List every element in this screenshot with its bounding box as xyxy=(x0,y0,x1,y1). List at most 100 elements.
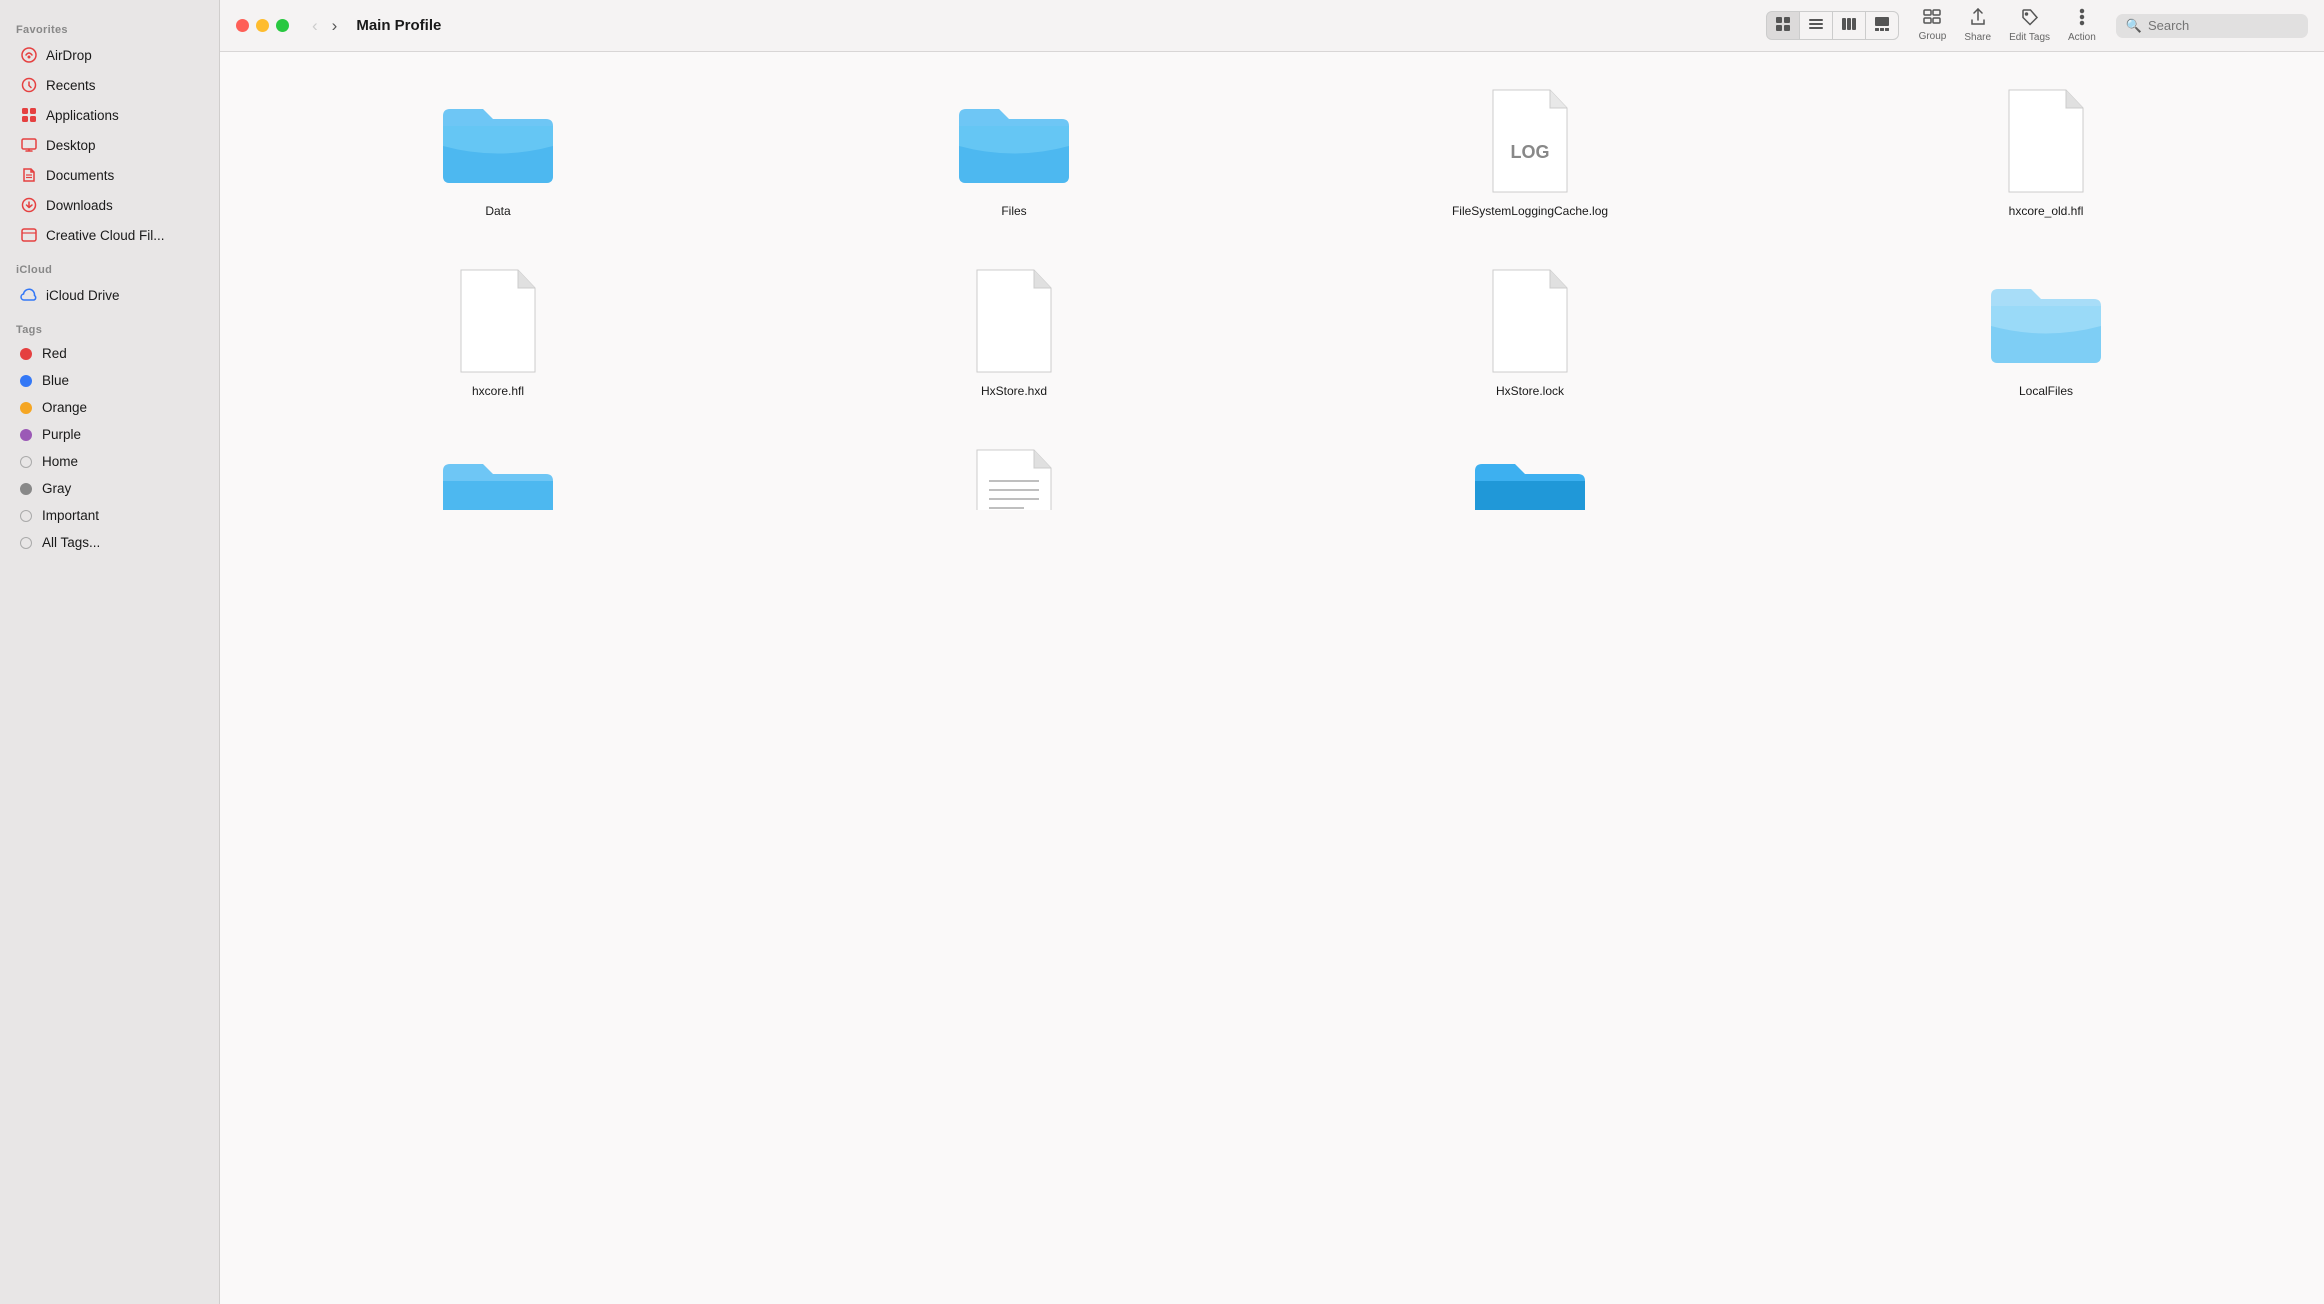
icloud-icon xyxy=(20,286,38,304)
sidebar-item-icloud-drive[interactable]: iCloud Drive xyxy=(6,281,213,309)
main-content: ‹ › Main Profile xyxy=(220,0,2324,1304)
tag-label-gray: Gray xyxy=(42,481,71,496)
search-icon: 🔍 xyxy=(2126,18,2142,34)
tags-section-label: Tags xyxy=(0,310,219,340)
file-item-partial-1[interactable] xyxy=(250,436,746,526)
sidebar-item-tag-purple[interactable]: Purple xyxy=(6,422,213,447)
file-item-partial-2[interactable] xyxy=(1282,436,1778,526)
tag-icon xyxy=(2021,8,2039,30)
folder-icon-partial-1 xyxy=(433,446,563,510)
tag-label-purple: Purple xyxy=(42,427,81,442)
sidebar-item-applications[interactable]: Applications xyxy=(6,101,213,129)
share-icon xyxy=(1970,8,1986,30)
view-grid-button[interactable] xyxy=(1767,12,1800,39)
file-label-hxstore-hxd: HxStore.hxd xyxy=(981,384,1047,398)
sidebar-item-tag-gray[interactable]: Gray xyxy=(6,476,213,501)
file-label-hxstore-lock: HxStore.lock xyxy=(1496,384,1564,398)
file-label-log: FileSystemLoggingCache.log xyxy=(1452,204,1608,218)
desktop-icon xyxy=(20,136,38,154)
sidebar-item-tag-blue[interactable]: Blue xyxy=(6,368,213,393)
tag-dot-blue xyxy=(20,375,32,387)
file-item-hxstore-lock[interactable]: HxStore.lock xyxy=(1282,256,1778,406)
back-forward-nav: ‹ › xyxy=(307,13,342,38)
sidebar: Favorites AirDrop Recents xyxy=(0,0,220,1304)
group-label: Group xyxy=(1919,31,1947,42)
sidebar-item-all-tags[interactable]: All Tags... xyxy=(6,530,213,555)
share-button[interactable]: Share xyxy=(1956,4,1999,47)
sidebar-item-tag-red[interactable]: Red xyxy=(6,341,213,366)
file-item-hxstore-hxd[interactable]: HxStore.hxd xyxy=(766,256,1262,406)
share-label: Share xyxy=(1964,32,1991,43)
file-item-localfiles[interactable]: LocalFiles xyxy=(1798,256,2294,406)
maximize-button[interactable] xyxy=(276,19,289,32)
downloads-icon xyxy=(20,196,38,214)
sidebar-item-label: Downloads xyxy=(46,198,113,213)
tag-label-blue: Blue xyxy=(42,373,69,388)
edit-tags-label: Edit Tags xyxy=(2009,32,2050,43)
documents-icon xyxy=(20,166,38,184)
sidebar-item-tag-home[interactable]: Home xyxy=(6,449,213,474)
tag-dot-all xyxy=(20,537,32,549)
file-item-hxcore-old[interactable]: hxcore_old.hfl xyxy=(1798,76,2294,226)
tag-label-important: Important xyxy=(42,508,99,523)
file-item-partial-text[interactable] xyxy=(766,436,1262,526)
window-title: Main Profile xyxy=(356,17,441,34)
generic-file-icon-hxstore-lock xyxy=(1465,266,1595,376)
sidebar-item-documents[interactable]: Documents xyxy=(6,161,213,189)
recents-icon xyxy=(20,76,38,94)
action-button[interactable]: Action xyxy=(2060,4,2104,47)
generic-file-icon-hxstore-hxd xyxy=(949,266,1079,376)
tag-label-red: Red xyxy=(42,346,67,361)
file-label-localfiles: LocalFiles xyxy=(2019,384,2073,398)
traffic-lights xyxy=(236,19,289,32)
sidebar-item-tag-important[interactable]: Important xyxy=(6,503,213,528)
tag-dot-purple xyxy=(20,429,32,441)
forward-button[interactable]: › xyxy=(327,13,343,38)
group-button[interactable]: Group xyxy=(1911,5,1955,46)
action-label: Action xyxy=(2068,32,2096,43)
file-label-hxcore-old: hxcore_old.hfl xyxy=(2009,204,2084,218)
edit-tags-button[interactable]: Edit Tags xyxy=(2001,4,2058,47)
view-columns-button[interactable] xyxy=(1833,12,1866,39)
log-file-icon: LOG xyxy=(1465,86,1595,196)
tag-label-all: All Tags... xyxy=(42,535,100,550)
sidebar-item-downloads[interactable]: Downloads xyxy=(6,191,213,219)
svg-text:LOG: LOG xyxy=(1511,142,1550,162)
text-file-icon-partial xyxy=(949,446,1079,510)
sidebar-item-airdrop[interactable]: AirDrop xyxy=(6,41,213,69)
minimize-button[interactable] xyxy=(256,19,269,32)
search-box[interactable]: 🔍 xyxy=(2116,14,2308,38)
file-label-data: Data xyxy=(485,204,510,218)
sidebar-item-creative-cloud[interactable]: Creative Cloud Fil... xyxy=(6,221,213,249)
folder-icon-localfiles xyxy=(1981,266,2111,376)
folder-icon-partial-2 xyxy=(1465,446,1595,510)
tag-dot-home xyxy=(20,456,32,468)
sidebar-item-label: AirDrop xyxy=(46,48,92,63)
sidebar-item-desktop[interactable]: Desktop xyxy=(6,131,213,159)
view-gallery-button[interactable] xyxy=(1866,12,1898,39)
file-label-hxcore: hxcore.hfl xyxy=(472,384,524,398)
sidebar-item-label: Desktop xyxy=(46,138,96,153)
creative-cloud-icon xyxy=(20,226,38,244)
sidebar-item-label: Applications xyxy=(46,108,119,123)
action-icon xyxy=(2073,8,2091,30)
group-icon xyxy=(1923,9,1941,29)
back-button[interactable]: ‹ xyxy=(307,13,323,38)
folder-icon-data xyxy=(433,86,563,196)
file-area: Data Files xyxy=(220,52,2324,1304)
view-list-button[interactable] xyxy=(1800,12,1833,39)
close-button[interactable] xyxy=(236,19,249,32)
sidebar-item-tag-orange[interactable]: Orange xyxy=(6,395,213,420)
search-input[interactable] xyxy=(2148,18,2298,33)
tag-dot-gray xyxy=(20,483,32,495)
file-item-log[interactable]: LOG FileSystemLoggingCache.log xyxy=(1282,76,1778,226)
toolbar: ‹ › Main Profile xyxy=(220,0,2324,52)
sidebar-item-recents[interactable]: Recents xyxy=(6,71,213,99)
file-item-hxcore[interactable]: hxcore.hfl xyxy=(250,256,746,406)
sidebar-item-label: Recents xyxy=(46,78,96,93)
tag-label-home: Home xyxy=(42,454,78,469)
file-item-data[interactable]: Data xyxy=(250,76,746,226)
generic-file-icon-hxcore-old xyxy=(1981,86,2111,196)
airdrop-icon xyxy=(20,46,38,64)
file-item-files[interactable]: Files xyxy=(766,76,1262,226)
